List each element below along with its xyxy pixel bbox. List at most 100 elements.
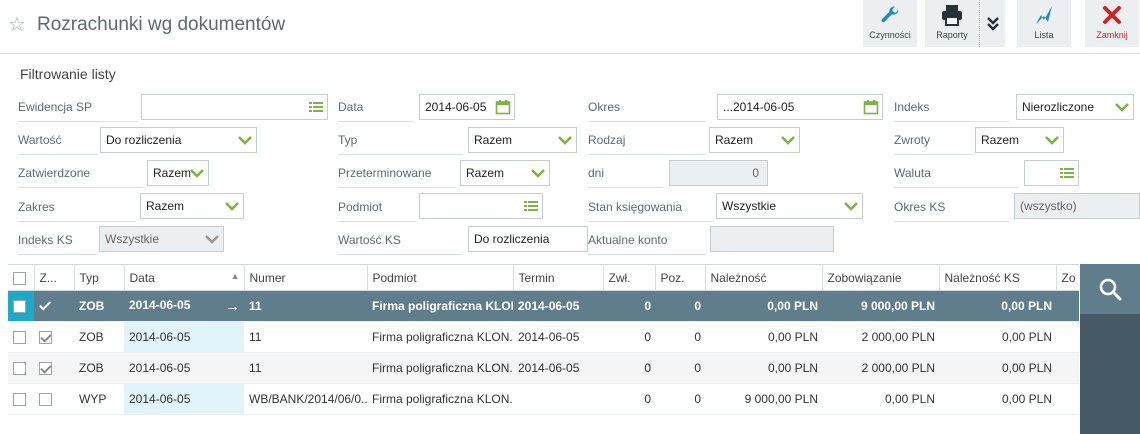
close-icon	[1103, 6, 1121, 24]
row-podmiot: Firma poligraficzna KLON...	[367, 321, 513, 353]
row-checkbox[interactable]	[13, 393, 26, 407]
data-label: Data	[338, 96, 413, 122]
rodzaj-select[interactable]: Razem	[709, 127, 800, 153]
select-all-header[interactable]	[8, 264, 35, 291]
page-title: Rozrachunki wg dokumentów	[37, 14, 286, 35]
okres-input[interactable]: ...2014-06-05	[717, 94, 883, 120]
search-button[interactable]	[1080, 264, 1140, 314]
table-row[interactable]: ZOB 2014-06-05 11 Firma poligraficzna KL…	[8, 321, 1079, 353]
col-zobowiazanie-header[interactable]: Zobowiązanie	[822, 264, 940, 291]
calendar-icon[interactable]	[863, 99, 879, 115]
chevron-down-icon	[1115, 103, 1129, 112]
sort-ascending-icon: ▲	[230, 270, 240, 281]
row-select-cell[interactable]	[8, 352, 34, 384]
row-naleznosc-ks: 0,00 PLN	[939, 321, 1056, 353]
row-checkbox[interactable]	[13, 331, 26, 345]
table-row[interactable]: WYP 2014-06-05 WB/BANK/2014/06/0... Firm…	[8, 383, 1079, 415]
zatwierdzone-select[interactable]: Razem	[147, 160, 209, 186]
row-checkbox[interactable]	[13, 300, 26, 314]
chevron-down-icon	[844, 202, 858, 211]
chevron-down-icon	[781, 136, 795, 145]
more-reports-button[interactable]	[981, 0, 1005, 47]
row-zo	[1056, 290, 1079, 322]
calendar-icon[interactable]	[495, 99, 511, 115]
check-icon	[39, 300, 52, 313]
przeterminowane-select[interactable]: Razem	[460, 160, 550, 186]
raporty-label: Raporty	[936, 30, 968, 40]
okres-ks-input[interactable]: (wszystko)	[1014, 193, 1140, 219]
zakres-select[interactable]: Razem	[140, 193, 244, 219]
col-poz-header[interactable]: Poz.	[655, 264, 706, 291]
filters-title: Filtrowanie listy	[20, 66, 116, 82]
col-z-header[interactable]: Z...	[34, 264, 75, 291]
aktualne-konto-label: Aktualne konto	[588, 229, 706, 255]
okres-ks-label: Okres KS	[894, 196, 1009, 222]
table-row[interactable]: ZOB 2014-06-05 11 Firma poligraficzna KL…	[8, 352, 1079, 384]
row-typ: ZOB	[74, 352, 124, 384]
row-select-cell[interactable]	[8, 290, 34, 322]
wartosc-label: Wartość	[18, 129, 98, 155]
col-naleznosc-ks-header[interactable]: Należność KS	[939, 264, 1057, 291]
row-zwl: 0	[603, 383, 655, 415]
row-poz: 0	[655, 321, 705, 353]
zamknij-button[interactable]: Zamknij	[1085, 0, 1139, 47]
podmiot-input[interactable]	[419, 193, 543, 219]
row-podmiot: Firma poligraficzna KLON...	[367, 352, 513, 384]
table-row[interactable]: ZOB 2014-06-05 → 11 Firma poligraficzna K…	[8, 290, 1079, 322]
waluta-input[interactable]	[1024, 160, 1079, 186]
col-typ-header[interactable]: Typ	[74, 264, 125, 291]
raporty-button[interactable]: Raporty	[925, 0, 979, 47]
search-icon	[1099, 278, 1122, 301]
chevron-down-icon	[238, 136, 252, 145]
list-icon[interactable]	[308, 99, 324, 115]
wartosc-select[interactable]: Do rozliczenia	[100, 127, 257, 153]
col-zwl-header[interactable]: Zwł.	[603, 264, 656, 291]
czynnosci-label: Czynności	[869, 30, 911, 40]
ewidencja-sp-input[interactable]	[141, 94, 328, 120]
row-typ: ZOB	[74, 321, 124, 353]
indeks-label: Indeks	[894, 96, 1009, 122]
list-icon[interactable]	[1059, 165, 1075, 181]
row-data: 2014-06-05 →	[124, 290, 244, 322]
row-zo	[1056, 352, 1079, 384]
col-zo-header[interactable]: Zo	[1056, 264, 1079, 291]
typ-select[interactable]: Razem	[468, 127, 577, 153]
data-input[interactable]: 2014-06-05	[419, 94, 515, 120]
col-data-header[interactable]: Data ▲	[124, 264, 245, 291]
lista-button[interactable]: Lista	[1017, 0, 1071, 47]
col-termin-header[interactable]: Termin	[513, 264, 604, 291]
favorite-star-icon[interactable]: ☆	[8, 15, 26, 35]
wartosc-ks-select[interactable]: Do rozliczenia	[468, 226, 588, 252]
row-numer: 11	[244, 321, 367, 353]
chevron-down-icon	[205, 235, 219, 244]
stan-ksiegowania-select[interactable]: Wszystkie	[716, 193, 863, 219]
approved-checkbox	[39, 331, 52, 345]
col-podmiot-header[interactable]: Podmiot	[367, 264, 514, 291]
row-select-cell[interactable]	[8, 383, 34, 415]
col-naleznosc-header[interactable]: Należność	[705, 264, 823, 291]
row-zwl: 0	[603, 290, 655, 322]
indeks-ks-select[interactable]: Wszystkie	[99, 226, 224, 252]
select-all-checkbox[interactable]	[13, 271, 26, 285]
double-chevron-down-icon	[987, 16, 999, 31]
row-zobowiazanie: 2 000,00 PLN	[822, 352, 939, 384]
row-naleznosc-ks: 0,00 PLN	[939, 383, 1056, 415]
aktualne-konto-input[interactable]	[710, 226, 834, 252]
row-numer: 11	[244, 290, 367, 322]
col-numer-header[interactable]: Numer	[244, 264, 368, 291]
row-poz: 0	[655, 383, 705, 415]
czynnosci-button[interactable]: Czynności	[863, 0, 917, 47]
zakres-label: Zakres	[18, 196, 136, 222]
row-checkbox[interactable]	[13, 362, 26, 376]
row-naleznosc: 0,00 PLN	[705, 352, 822, 384]
row-numer: 11	[244, 352, 367, 384]
row-zo	[1056, 383, 1079, 415]
list-icon[interactable]	[523, 198, 539, 214]
wrench-icon	[881, 6, 899, 23]
row-naleznosc-ks: 0,00 PLN	[939, 290, 1056, 322]
row-select-cell[interactable]	[8, 321, 34, 353]
indeks-select[interactable]: Nierozliczone	[1016, 94, 1134, 120]
row-approved-cell	[34, 383, 74, 415]
dni-input[interactable]: 0	[669, 160, 768, 186]
zwroty-select[interactable]: Razem	[975, 127, 1064, 153]
